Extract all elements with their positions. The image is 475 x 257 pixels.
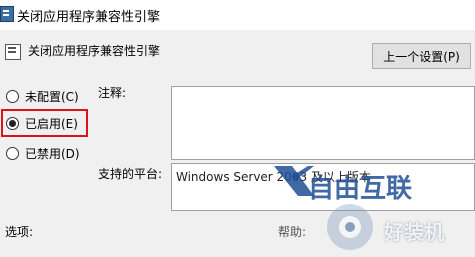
title-bar: 关闭应用程序兼容性引擎 [0, 0, 475, 30]
comment-label: 注释: [98, 86, 127, 100]
watermark-brand-bottom: 好装机 [384, 220, 444, 244]
policy-title: 关闭应用程序兼容性引擎 [28, 44, 161, 58]
previous-setting-button[interactable]: 上一个设置(P) [372, 43, 471, 69]
policy-setting-icon [5, 44, 21, 60]
watermark-circle-icon [327, 204, 373, 250]
radio-circle-icon[interactable] [6, 89, 19, 103]
supported-platforms-label: 支持的平台: [98, 167, 163, 181]
help-label: 帮助: [278, 225, 307, 239]
policy-window-icon [0, 6, 14, 22]
enabled-highlight-box [1, 109, 88, 137]
radio-not-configured-label: 未配置(C) [25, 89, 79, 104]
radio-disabled[interactable]: 已禁用(D) [6, 144, 80, 162]
watermark-brand-top: 自由互联 [308, 174, 413, 204]
radio-disabled-label: 已禁用(D) [25, 146, 80, 161]
options-label: 选项: [5, 225, 34, 239]
radio-circle-icon[interactable] [6, 146, 19, 160]
comment-textarea[interactable] [171, 86, 475, 160]
radio-not-configured[interactable]: 未配置(C) [6, 87, 79, 105]
window-title: 关闭应用程序兼容性引擎 [17, 10, 161, 25]
